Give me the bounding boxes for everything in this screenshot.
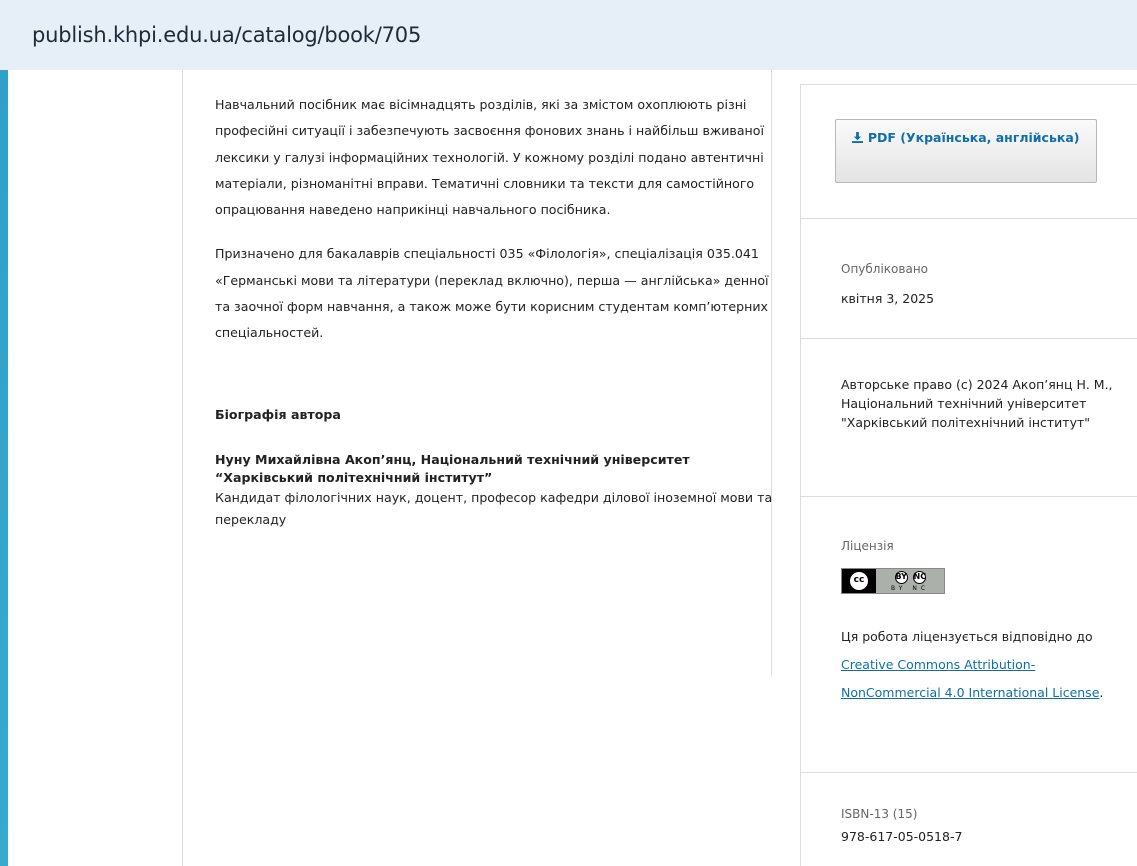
url-text[interactable]: publish.khpi.edu.ua/catalog/book/705 [32, 23, 421, 47]
published-date: квітня 3, 2025 [841, 291, 935, 306]
pdf-download-label: PDF (Українська, англійська) [867, 130, 1080, 145]
main-content: Навчальний посібник має вісімнадцять роз… [215, 92, 780, 531]
license-text: Ця робота ліцензується відповідно до Cre… [841, 623, 1126, 707]
cc-badge-subtitle: BY NC [890, 584, 930, 592]
abstract-paragraph-1: Навчальний посібник має вісімнадцять роз… [215, 97, 764, 218]
copyright-text: Авторське право (c) 2024 Акоп’янц Н. М.,… [841, 377, 1113, 430]
license-label: Ліцензія [841, 539, 894, 553]
left-column-divider [182, 70, 183, 866]
abstract-paragraph-2: Призначено для бакалаврів спеціальності … [215, 246, 769, 341]
isbn-value: 978-617-05-0518-7 [841, 829, 963, 844]
author-bio-heading: Біографія автора [215, 406, 341, 422]
cc-license-badge[interactable]: cc BY NC BY NC [841, 567, 945, 594]
isbn-block: ISBN-13 (15) 978-617-05-0518-7 [800, 772, 1137, 866]
by-icon: BY [894, 570, 908, 584]
sidebar: PDF (Українська, англійська) Опублікован… [800, 84, 1137, 866]
author-name: Нуну Михайлівна Акоп’янц, Національний т… [215, 451, 690, 485]
pdf-download-button[interactable]: PDF (Українська, англійська) [835, 119, 1097, 183]
license-block: Ліцензія cc BY NC BY NC Ця робота ліценз… [800, 496, 1137, 772]
published-block: Опубліковано квітня 3, 2025 [800, 218, 1137, 338]
isbn-label: ISBN-13 (15) [841, 807, 918, 821]
page-content: Навчальний посібник має вісімнадцять роз… [8, 70, 1137, 866]
copyright-block: Авторське право (c) 2024 Акоп’янц Н. М.,… [800, 338, 1137, 496]
author-description: Кандидат філологічних наук, доцент, проф… [215, 489, 773, 527]
license-text-prefix: Ця робота ліцензується відповідно до [841, 629, 1093, 644]
address-bar[interactable]: publish.khpi.edu.ua/catalog/book/705 [0, 0, 1137, 70]
license-text-suffix: . [1099, 685, 1104, 700]
published-label: Опубліковано [841, 262, 928, 276]
nc-icon: NC [912, 570, 926, 584]
license-link[interactable]: Creative Commons Attribution-NonCommerci… [841, 657, 1099, 700]
download-icon [852, 130, 867, 145]
download-block: PDF (Українська, англійська) [800, 84, 1137, 218]
cc-icon: cc [849, 571, 869, 591]
